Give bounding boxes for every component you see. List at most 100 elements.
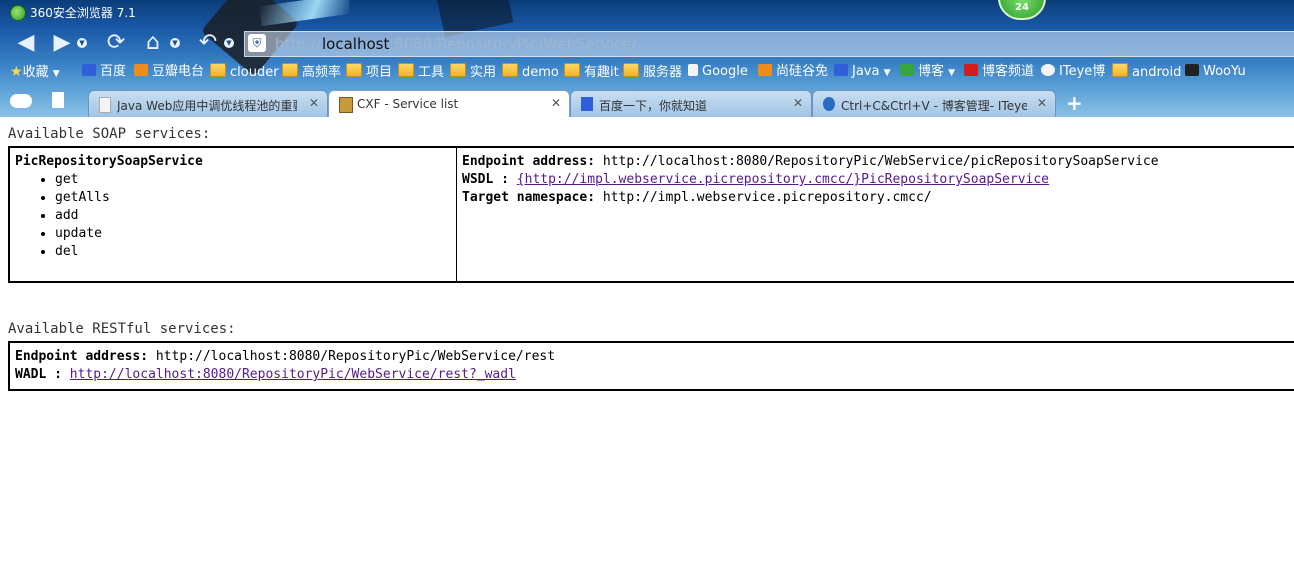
rest-endpoint-label: Endpoint address: (15, 349, 149, 364)
folder-icon (450, 63, 466, 77)
home-icon[interactable]: ⌂ (141, 31, 165, 55)
namespace-value: http://impl.webservice.picrepository.cmc… (602, 190, 932, 205)
soap-services-table: PicRepositorySoapService get getAlls add… (8, 146, 1294, 283)
forward-icon[interactable]: ▶ (50, 31, 74, 55)
rest-services-table: Endpoint address: http://localhost:8080/… (8, 341, 1294, 391)
bookmark-folder[interactable]: clouder (210, 63, 279, 81)
bookmarks-bar: ★收藏 ▼ 百度 豆瓣电台 clouder 高频率 项目 工具 实用 demo … (0, 60, 1294, 84)
bookmark-item[interactable]: Google (688, 63, 748, 81)
forward-dropdown-icon[interactable]: ▼ (77, 38, 87, 48)
tab-java-web[interactable]: Java Web应用中调优线程池的重要 ✕ (88, 90, 328, 117)
close-icon[interactable]: ✕ (793, 96, 803, 110)
folder-icon (1112, 63, 1128, 77)
csdn-icon (964, 64, 978, 76)
wsdl-label: WSDL : (462, 172, 509, 187)
bookmark-item[interactable]: WooYu (1185, 63, 1246, 81)
tab-iteye[interactable]: Ctrl+C&Ctrl+V - 博客管理- ITeye ✕ (812, 90, 1056, 117)
wadl-row: WADL : http://localhost:8080/RepositoryP… (15, 366, 1293, 384)
tab-baidu[interactable]: 百度一下，你就知道 ✕ (570, 90, 812, 117)
tab-strip: Java Web应用中调优线程池的重要 ✕ CXF - Service list… (0, 88, 1294, 117)
namespace-label: Target namespace: (462, 190, 596, 205)
document-icon[interactable] (52, 92, 64, 108)
folder-icon (282, 63, 298, 77)
bookmark-folder[interactable]: 服务器 (623, 63, 682, 81)
home-dropdown-icon[interactable]: ▼ (170, 38, 180, 48)
close-icon[interactable]: ✕ (1037, 96, 1047, 110)
endpoint-label: Endpoint address: (462, 154, 596, 169)
iteye-icon (823, 97, 835, 111)
b-icon (834, 64, 848, 76)
endpoint-address: http://localhost:8080/RepositoryPic/WebS… (602, 154, 1159, 169)
close-icon[interactable]: ✕ (551, 96, 561, 110)
folder-icon (398, 63, 414, 77)
folder-icon (210, 63, 226, 77)
soap-details-cell: Endpoint address: http://localhost:8080/… (457, 147, 1294, 282)
bookmark-item[interactable]: 博客 ▼ (900, 63, 955, 81)
bookmark-folder[interactable]: 有趣it (564, 63, 619, 81)
operations-list: get getAlls add update del (15, 171, 451, 261)
bookmark-item[interactable]: ITeye博 (1041, 63, 1105, 81)
folder-icon (623, 63, 639, 77)
wsdl-link[interactable]: {http://impl.webservice.picrepository.cm… (517, 172, 1049, 187)
endpoint-row: Endpoint address: http://localhost:8080/… (462, 153, 1293, 171)
close-icon[interactable]: ✕ (309, 96, 319, 110)
folder-icon (346, 63, 362, 77)
undo-icon[interactable]: ↶ (196, 31, 220, 55)
namespace-row: Target namespace: http://impl.webservice… (462, 189, 1293, 207)
navigation-bar: ◀ ▶ ▼ ⟳ ⌂ ▼ ↶ ▼ ⛨ http:// localhost :808… (0, 28, 1294, 58)
soap-service-cell: PicRepositorySoapService get getAlls add… (9, 147, 457, 282)
cxf-icon (339, 97, 353, 113)
undo-dropdown-icon[interactable]: ▼ (224, 38, 234, 48)
operation-item: del (55, 243, 451, 261)
bookmark-item[interactable]: 豆瓣电台 (134, 63, 204, 81)
bookmark-folder[interactable]: 项目 (346, 63, 392, 81)
wsdl-row: WSDL : {http://impl.webservice.picreposi… (462, 171, 1293, 189)
shield-icon[interactable]: ⛨ (248, 34, 266, 52)
bookmark-item[interactable]: 百度 (82, 63, 126, 81)
bookmark-favorites[interactable]: ★收藏 ▼ (10, 63, 60, 81)
bookmark-folder[interactable]: 高频率 (282, 63, 341, 81)
baidu-paw-icon (581, 97, 593, 111)
browser-chrome: 360安全浏览器 7.1 24 ◀ ▶ ▼ ⟳ ⌂ ▼ ↶ ▼ ⛨ http:/… (0, 0, 1294, 117)
bookmark-folder[interactable]: android (1112, 63, 1181, 81)
url-host: localhost (322, 35, 390, 53)
refresh-icon[interactable]: ⟳ (104, 31, 128, 55)
page-icon (99, 97, 111, 113)
rest-endpoint-row: Endpoint address: http://localhost:8080/… (15, 348, 1293, 366)
browser-logo-icon (10, 5, 26, 21)
operation-item: getAlls (55, 189, 451, 207)
notification-badge[interactable]: 24 (998, 0, 1046, 20)
folder-icon (502, 63, 518, 77)
page-icon (688, 64, 698, 76)
bookmark-item[interactable]: 尚硅谷免 (758, 63, 828, 81)
new-tab-icon[interactable]: + (1066, 91, 1083, 115)
wooyun-icon (1185, 64, 1199, 76)
operation-item: add (55, 207, 451, 225)
url-path: :8080/RepositoryPic/WebService/ (389, 35, 637, 53)
operation-item: get (55, 171, 451, 189)
iteye-icon (1041, 64, 1055, 76)
baidu-paw-icon (82, 64, 96, 76)
c-green-icon (900, 64, 914, 76)
bookmark-item[interactable]: Java ▼ (834, 63, 891, 81)
tab-cxf-service-list[interactable]: CXF - Service list ✕ (328, 90, 570, 117)
soap-service-name: PicRepositorySoapService (15, 154, 203, 169)
douban-icon (134, 64, 148, 76)
bookmark-folder[interactable]: 实用 (450, 63, 496, 81)
folder-icon (564, 63, 580, 77)
title-bar: 360安全浏览器 7.1 24 (0, 0, 1294, 24)
bookmark-folder[interactable]: 工具 (398, 63, 444, 81)
bookmark-item[interactable]: 博客频道 (964, 63, 1034, 81)
soap-services-heading: Available SOAP services: (8, 126, 211, 142)
rest-details-cell: Endpoint address: http://localhost:8080/… (9, 342, 1294, 390)
bookmark-folder[interactable]: demo (502, 63, 559, 81)
cloud-icon[interactable] (10, 94, 32, 108)
operation-item: update (55, 225, 451, 243)
back-icon[interactable]: ◀ (14, 31, 38, 55)
rest-services-heading: Available RESTful services: (8, 321, 236, 337)
address-bar[interactable]: ⛨ http:// localhost :8080/RepositoryPic/… (244, 31, 1294, 57)
wadl-link[interactable]: http://localhost:8080/RepositoryPic/WebS… (70, 367, 516, 382)
wadl-label: WADL : (15, 367, 62, 382)
atguigu-icon (758, 64, 772, 76)
star-icon: ★ (10, 64, 23, 80)
